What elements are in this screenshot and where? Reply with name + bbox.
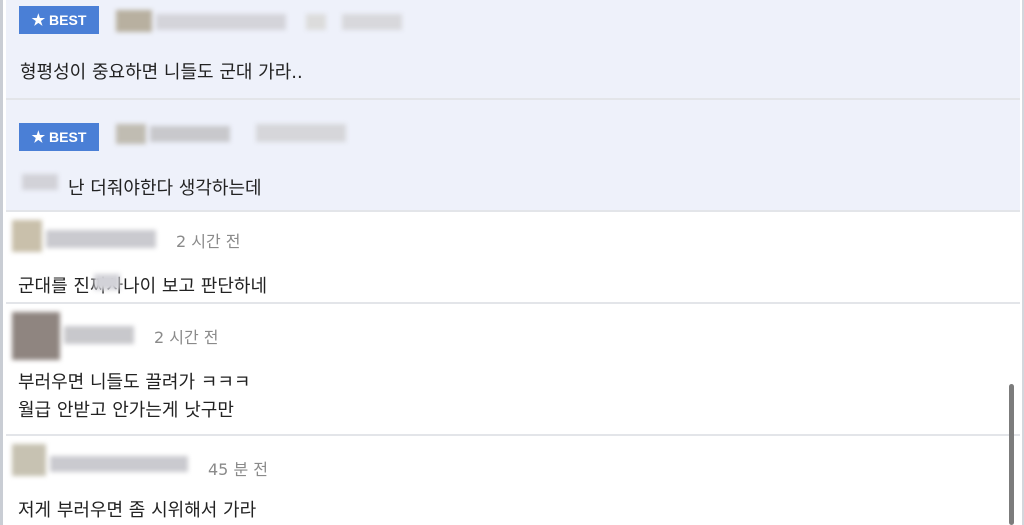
comment-text: 저게 부러우면 좀 시위해서 가라 xyxy=(18,500,257,521)
comment-text-line-1: 부러우면 니들도 끌려가 ㅋㅋㅋ xyxy=(18,372,251,393)
comment: 2 시간 전 부러우면 니들도 끌려가 ㅋㅋㅋ 월급 안받고 안가는게 낫구만 xyxy=(6,304,1020,436)
blurred-username xyxy=(106,114,356,154)
comment-list: ★ BEST 형평성이 중요하면 니들도 군대 가라.. ★ BEST 난 더줘… xyxy=(0,0,1024,525)
star-icon: ★ xyxy=(31,129,46,146)
blurred-username xyxy=(8,308,148,364)
comment-time: 45 분 전 xyxy=(208,460,268,479)
comment-time: 2 시간 전 xyxy=(176,232,241,251)
best-badge: ★ BEST xyxy=(19,123,99,151)
blurred-word xyxy=(18,170,62,194)
comment-time: 2 시간 전 xyxy=(154,328,219,347)
blurred-username xyxy=(8,440,198,482)
comment-text: 난 더줘야한다 생각하는데 xyxy=(68,178,262,199)
comment: 45 분 전 저게 부러우면 좀 시위해서 가라 xyxy=(6,436,1020,525)
blurred-username xyxy=(8,216,168,256)
blurred-word xyxy=(90,270,124,294)
best-badge-label: BEST xyxy=(49,12,87,28)
best-badge-label: BEST xyxy=(49,129,87,145)
best-comment: ★ BEST 형평성이 중요하면 니들도 군대 가라.. xyxy=(6,0,1020,100)
scrollbar-thumb[interactable] xyxy=(1009,384,1014,525)
comment: 2 시간 전 군대를 진짜사나이 보고 판단하네 xyxy=(6,212,1020,304)
best-badge: ★ BEST xyxy=(19,6,99,34)
comment-text: 형평성이 중요하면 니들도 군대 가라.. xyxy=(20,62,303,83)
comment-text: 군대를 진짜사나이 보고 판단하네 xyxy=(18,276,268,297)
comment-text-line-2: 월급 안받고 안가는게 낫구만 xyxy=(18,400,234,421)
best-comment: ★ BEST 난 더줘야한다 생각하는데 xyxy=(6,100,1020,212)
blurred-username xyxy=(106,0,406,40)
star-icon: ★ xyxy=(31,12,46,29)
